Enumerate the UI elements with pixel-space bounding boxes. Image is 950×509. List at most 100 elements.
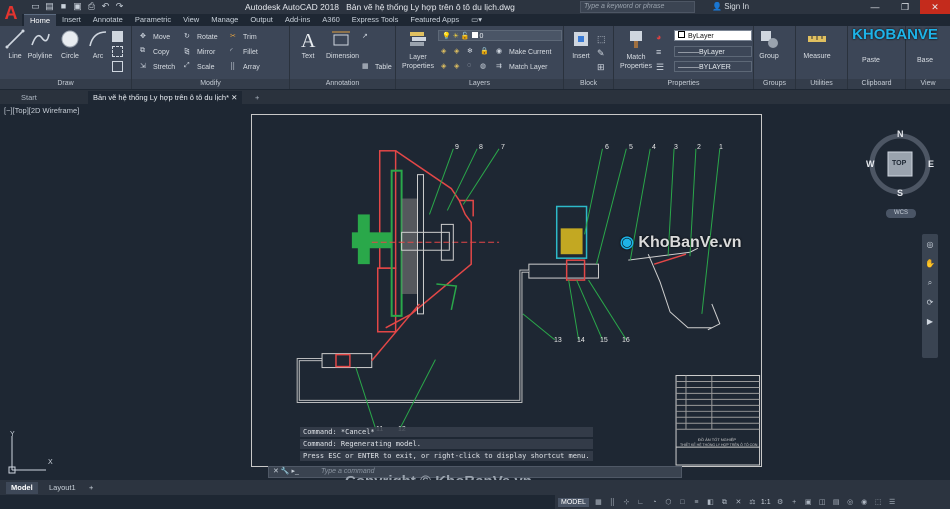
annotation-scale-value[interactable]: 1:1 [761, 499, 771, 506]
model-space-button[interactable]: MODEL [558, 497, 589, 507]
save-icon[interactable]: ■ [58, 1, 69, 12]
utilities-panel-label[interactable]: Utilities [796, 79, 847, 89]
layers-panel-label[interactable]: Layers [396, 79, 563, 89]
selection-cycling-icon[interactable]: ⧉ [720, 498, 729, 507]
lineweight-toggle-icon[interactable]: ≡ [692, 498, 701, 507]
layer-dropdown[interactable]: 💡 ☀ 🔓 0 [438, 30, 562, 41]
annotation-visibility-icon[interactable]: ✕ [734, 498, 743, 507]
zoom-icon[interactable]: ⌕ [922, 278, 938, 288]
create-block-icon[interactable]: ⬚ [597, 32, 606, 46]
viewcube-south[interactable]: S [897, 188, 903, 198]
active-document-tab[interactable]: Bản vẽ hệ thống Ly hợp trên ô tô du lịch… [88, 91, 243, 104]
color-wheel-icon[interactable]: ◕ [656, 30, 664, 45]
polyline-button[interactable]: Polyline [25, 28, 55, 60]
rectangle-icon[interactable] [112, 31, 123, 42]
arc-button[interactable]: Arc [83, 28, 113, 60]
pan-icon[interactable]: ✋ [922, 259, 938, 268]
wcs-menu[interactable]: WCS [886, 209, 916, 218]
linetype-icon[interactable]: ≡ [656, 45, 664, 60]
settings-gear-icon[interactable]: ⚙ [776, 498, 785, 507]
mirror-button[interactable]: ⧎ Mirror [184, 45, 215, 59]
close-button[interactable]: ✕ [920, 0, 950, 14]
ribbon-tab-more-icon[interactable]: ▭▾ [465, 14, 488, 26]
ribbon-tab-express-tools[interactable]: Express Tools [346, 14, 405, 26]
ribbon-tab-add-ins[interactable]: Add-ins [279, 14, 316, 26]
scale-button[interactable]: ⤢ Scale [184, 60, 215, 74]
minimize-button[interactable]: — [860, 0, 890, 14]
ortho-icon[interactable]: ∟ [636, 498, 645, 507]
linetype-dropdown[interactable]: ———ByLayer [674, 46, 752, 57]
lineweight-dropdown[interactable]: ———BYLAYER [674, 61, 752, 72]
open-icon[interactable]: ▤ [44, 1, 55, 12]
make-current-button[interactable]: ◉ Make Current [496, 45, 551, 59]
layout-tab-layout1[interactable]: Layout1 [44, 482, 81, 494]
sign-in-button[interactable]: 👤 Sign In [712, 2, 749, 11]
viewport-controls[interactable]: [−][Top][2D Wireframe] [4, 106, 79, 115]
layer-properties-button[interactable]: Layer Properties [400, 28, 436, 71]
modify-panel-label[interactable]: Modify [132, 79, 289, 89]
draw-panel-label[interactable]: Draw [0, 79, 131, 89]
ribbon-tab-manage[interactable]: Manage [205, 14, 244, 26]
text-button[interactable]: A Text [293, 28, 323, 60]
isodraft-icon[interactable]: ⬡ [664, 498, 673, 507]
new-icon[interactable]: ▭ [30, 1, 41, 12]
edit-block-icon[interactable]: ✎ [597, 46, 606, 60]
steering-wheel-icon[interactable]: ◎ [922, 240, 938, 249]
annotation-panel-label[interactable]: Annotation [290, 79, 395, 89]
layer-walk-icon[interactable]: ◍ [480, 62, 490, 72]
trim-button[interactable]: ✂ Trim [230, 30, 257, 44]
viewcube-top[interactable]: TOP [892, 160, 906, 167]
table-button[interactable]: ▦ Table [362, 60, 392, 74]
print-icon[interactable]: ⎙ [86, 1, 97, 12]
fillet-button[interactable]: ◜ Fillet [230, 45, 258, 59]
layer-unlock-icon[interactable]: ◌ [467, 62, 477, 72]
layout-tab-model[interactable]: Model [6, 482, 38, 494]
isolate-objects-icon[interactable]: ◉ [860, 498, 869, 507]
ribbon-tab-view[interactable]: View [177, 14, 205, 26]
measure-button[interactable]: Measure [802, 28, 832, 60]
block-panel-label[interactable]: Block [564, 79, 613, 89]
color-dropdown[interactable]: ByLayer [674, 30, 752, 41]
osnap-icon[interactable]: □ [678, 498, 687, 507]
hardware-acceleration-icon[interactable]: ◎ [846, 498, 855, 507]
dimension-button[interactable]: Dimension [326, 28, 359, 60]
attribute-icon[interactable]: ⊞ [597, 60, 606, 74]
customization-menu-icon[interactable]: ☰ [888, 498, 897, 507]
workspace-icon[interactable]: ▣ [804, 498, 813, 507]
annotation-scale-icon[interactable]: ⚖ [748, 498, 757, 507]
layer-isolate-icon[interactable]: ◈ [441, 47, 451, 57]
start-tab[interactable]: Start [16, 91, 42, 104]
clipboard-panel-label[interactable]: Clipboard [848, 79, 905, 89]
move-button[interactable]: ✥ Move [140, 30, 170, 44]
close-tab-icon[interactable]: ✕ [231, 93, 237, 102]
insert-button[interactable]: Insert [566, 28, 596, 60]
leader-button[interactable]: ↗ [362, 30, 372, 44]
infer-icon[interactable]: ⊹ [622, 498, 631, 507]
layer-off-icon[interactable]: ◈ [454, 47, 464, 57]
command-line-controls[interactable]: ✕ 🔧 ▸_ [273, 467, 299, 477]
view-panel-label[interactable]: View [906, 79, 950, 89]
transparency-icon[interactable]: ◧ [706, 498, 715, 507]
match-properties-button[interactable]: Match Properties [618, 28, 654, 71]
viewcube-west[interactable]: W [866, 159, 875, 169]
ribbon-tab-output[interactable]: Output [244, 14, 279, 26]
layer-freeze-icon[interactable]: ❄ [467, 47, 477, 57]
match-layer-button[interactable]: ⇉ Match Layer [496, 60, 548, 74]
lineweight-icon[interactable]: ☰ [656, 60, 664, 75]
ribbon-tab-featured-apps[interactable]: Featured Apps [404, 14, 465, 26]
grid-icon[interactable]: ▦ [594, 498, 603, 507]
quick-properties-icon[interactable]: ▤ [832, 498, 841, 507]
layer-thaw-icon[interactable]: ◈ [454, 62, 464, 72]
snap-icon[interactable]: ⣿ [608, 498, 617, 507]
orbit-icon[interactable]: ⟳ [922, 298, 938, 307]
save-as-icon[interactable]: ▣ [72, 1, 83, 12]
layer-lock-tool-icon[interactable]: 🔒 [480, 47, 490, 57]
viewcube-east[interactable]: E [928, 159, 934, 169]
ribbon-tab-a360[interactable]: A360 [316, 14, 346, 26]
ribbon-tab-insert[interactable]: Insert [56, 14, 87, 26]
navigation-bar[interactable]: ◎ ✋ ⌕ ⟳ ▶ [922, 234, 938, 358]
new-tab-button[interactable]: + [250, 91, 264, 104]
group-button[interactable]: Group [754, 28, 784, 60]
ribbon-tab-annotate[interactable]: Annotate [87, 14, 129, 26]
hatch-icon[interactable] [112, 46, 123, 57]
